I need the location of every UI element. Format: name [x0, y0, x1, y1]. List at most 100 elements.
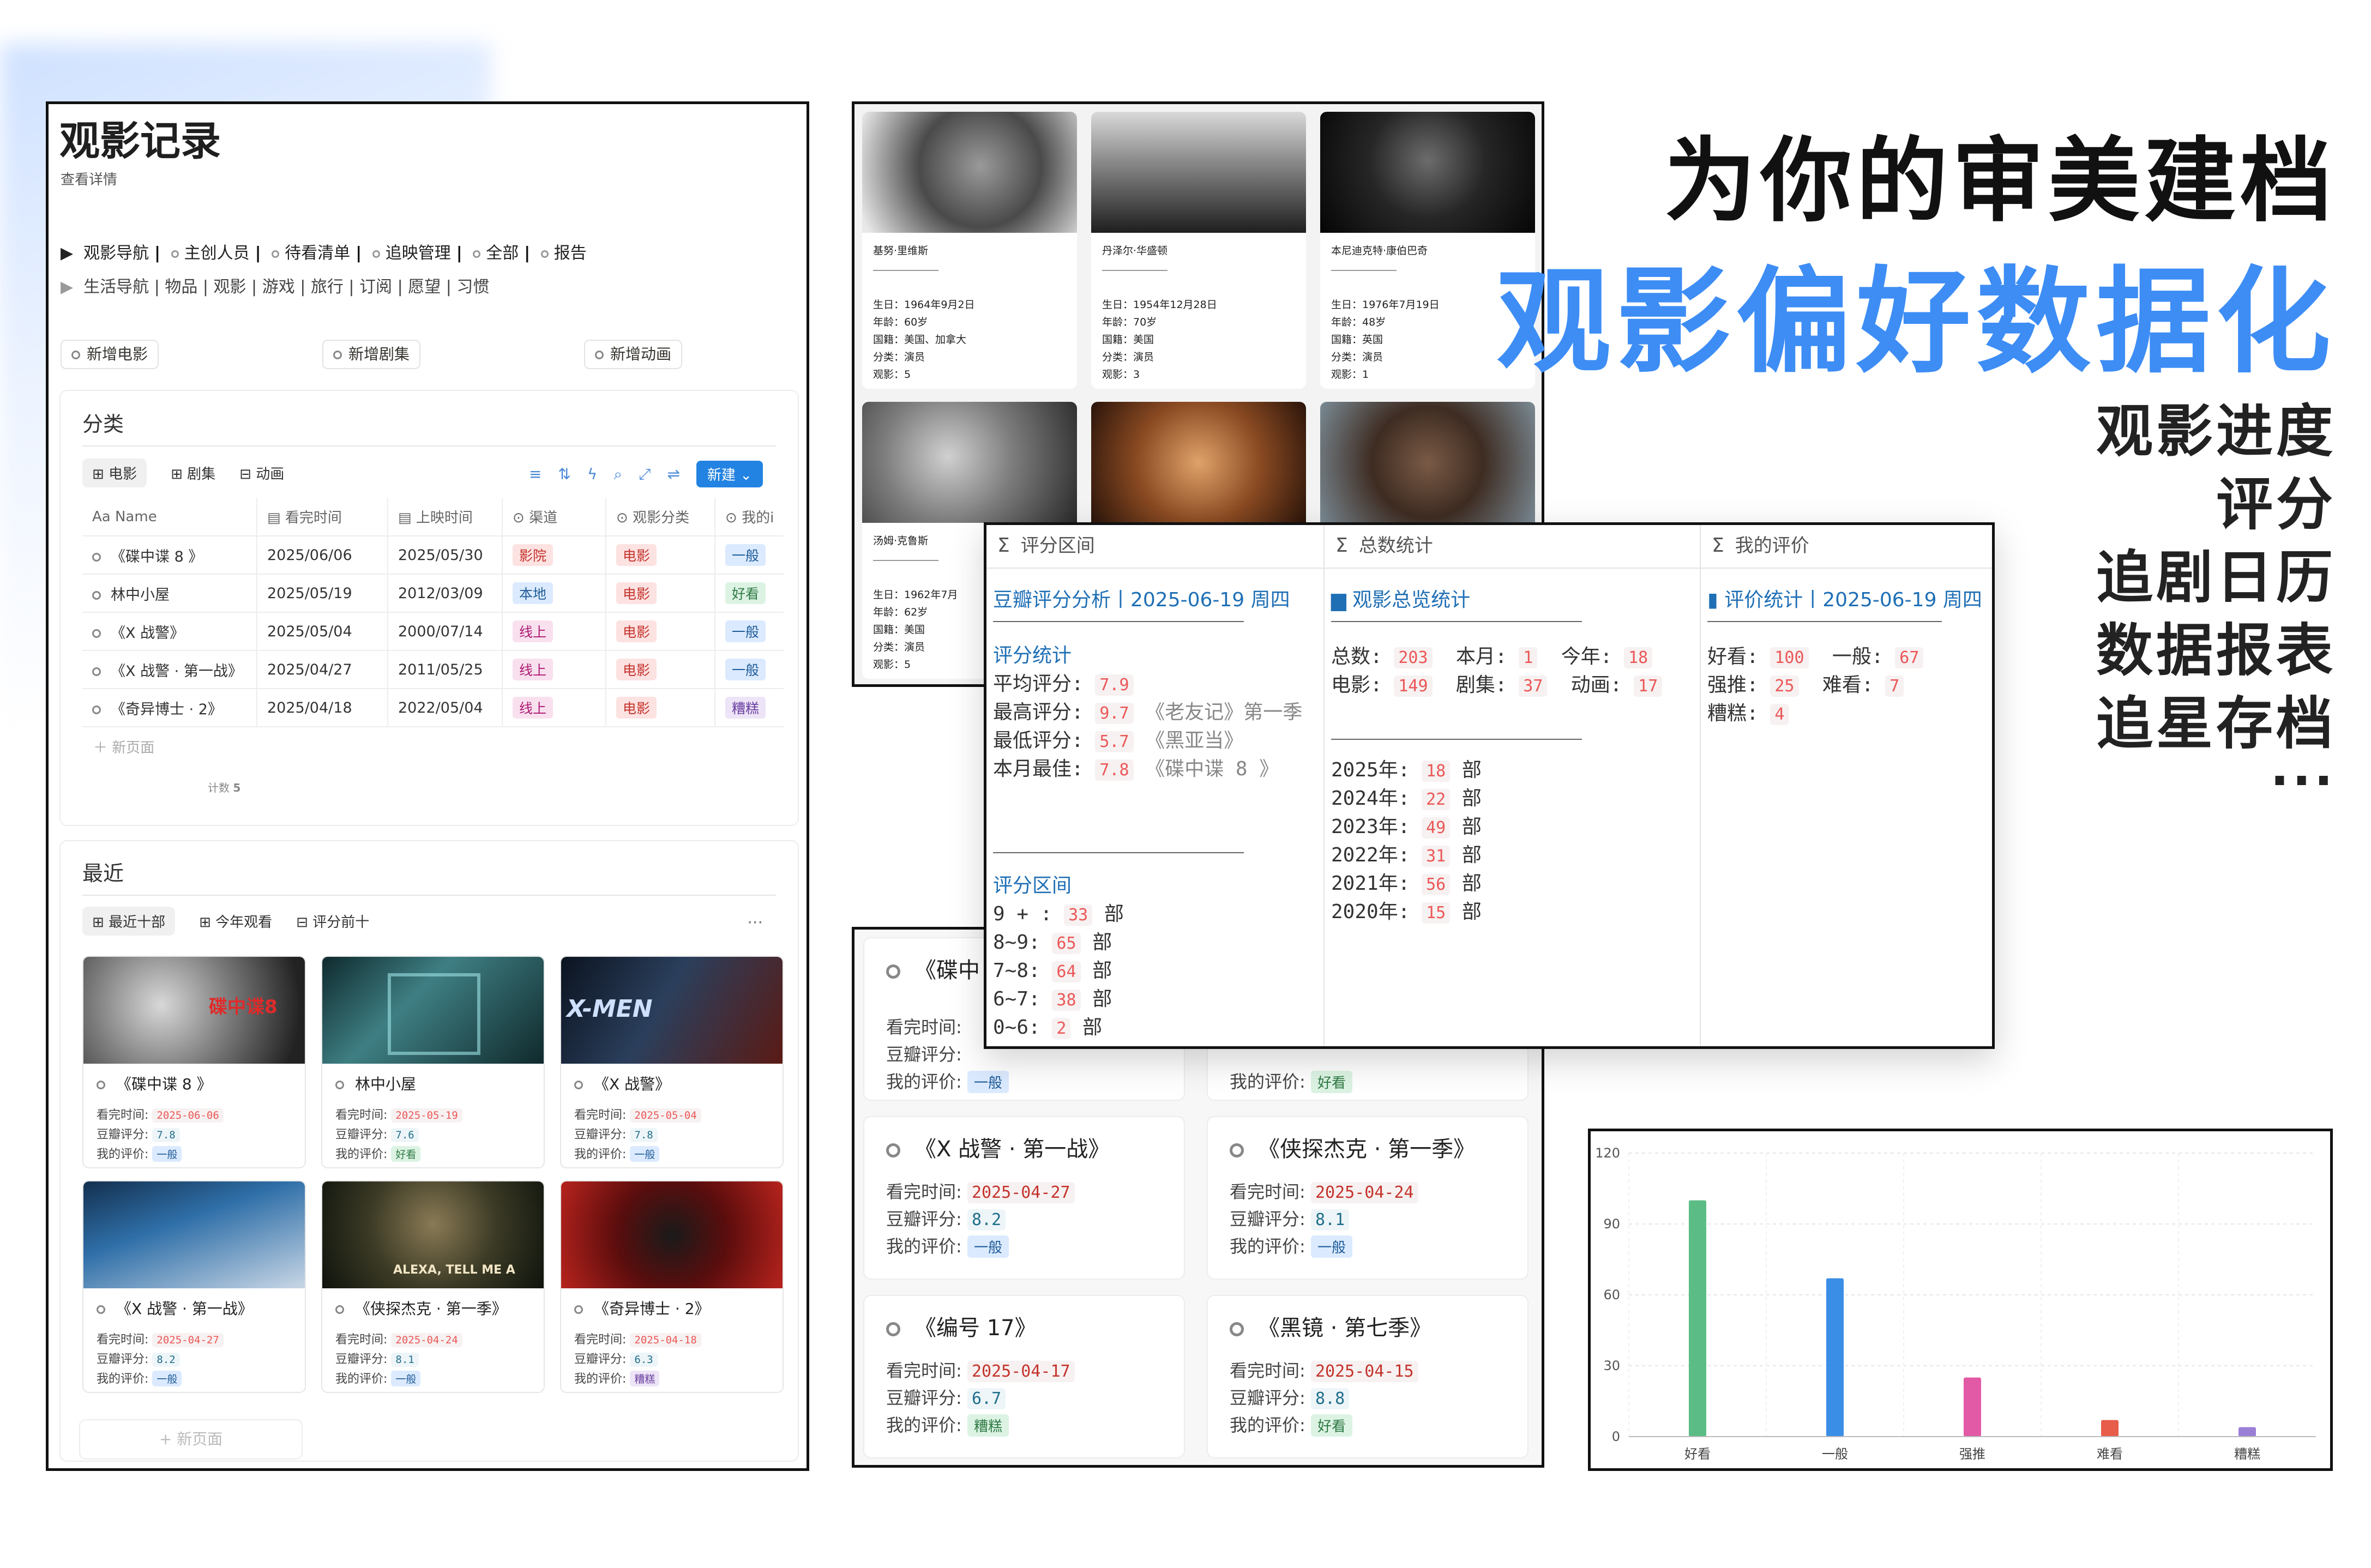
column-header[interactable]: Aa Name [82, 498, 257, 536]
bar [1964, 1377, 1981, 1437]
sigma-icon: Σ [1712, 534, 1724, 557]
column-header[interactable]: ▤ 上映时间 [388, 498, 503, 536]
sigma-icon: Σ [1335, 534, 1348, 557]
new-button[interactable]: 新建 ⌄ [696, 461, 763, 487]
column-header[interactable]: ⊙ 渠道 [502, 498, 606, 536]
x-tick-label: 难看 [2097, 1446, 2123, 1462]
lightning-icon[interactable]: ϟ [587, 465, 597, 483]
headline-line-2: 观影偏好数据化 [1496, 255, 2336, 389]
circle-icon [473, 250, 481, 258]
toggle-icon[interactable]: ▶ [61, 278, 73, 297]
watch-card[interactable]: 《侠探杰克 · 第一季》 看完时间: 2025-04-24 豆瓣评分: 8.1 … [1207, 1116, 1528, 1280]
column-header[interactable]: ⊙ 我的i [715, 498, 784, 536]
bar [1689, 1200, 1706, 1437]
sort-icon[interactable]: ⇅ [558, 465, 570, 483]
nav-link[interactable]: 主创人员 [184, 244, 250, 263]
x-tick-label: 一般 [1822, 1446, 1848, 1462]
table-row[interactable]: 《X 战警 · 第一战》 2025/04/27 2011/05/25 线上 电影… [82, 650, 784, 689]
circle-icon [171, 250, 179, 258]
new-page-row[interactable]: ＋ 新页面 [93, 737, 154, 757]
life-nav-links[interactable]: 生活导航 | 物品 | 观影 | 游戏 | 旅行 | 订阅 | 愿望 | 习惯 [83, 278, 489, 297]
poster-image [322, 957, 544, 1064]
toggle-icon[interactable]: ▶ [61, 244, 73, 263]
poster-title: 碟中谍8 [209, 996, 278, 1018]
gallery-card[interactable]: 《X 战警 · 第一战》 看完时间: 2025-04-27 豆瓣评分: 8.2 … [82, 1180, 306, 1393]
gallery-card[interactable]: 《奇异博士 · 2》 看完时间: 2025-04-18 豆瓣评分: 6.3 我的… [560, 1180, 784, 1393]
bar [2101, 1420, 2119, 1437]
movie-table: Aa Name ▤ 看完时间 ▤ 上映时间 ⊙ 渠道 ⊙ 观影分类 ⊙ 我的i … [82, 498, 784, 727]
poster-image [83, 1181, 305, 1288]
table-row[interactable]: 《奇异博士 · 2》 2025/04/18 2022/05/04 线上 电影 糟… [82, 689, 784, 727]
tab-recent-ten[interactable]: ⊞ 最近十部 [82, 907, 176, 936]
nav-link[interactable]: 报告 [554, 244, 587, 263]
watch-card[interactable]: 《黑镜 · 第七季》 看完时间: 2025-04-15 豆瓣评分: 8.8 我的… [1207, 1295, 1528, 1458]
poster-image: ALEXA, TELL ME A [322, 1181, 544, 1288]
gallery-card[interactable]: 碟中谍8 《碟中谍 8 》 看完时间: 2025-06-06 豆瓣评分: 7.8… [82, 956, 306, 1168]
gallery-card[interactable]: X-MEN 《X 战警》 看完时间: 2025-05-04 豆瓣评分: 7.8 … [560, 956, 784, 1168]
stats-screenshot: Σ 评分区间 豆瓣评分分析丨2025-06-19 周四 评分统计 平均评分: 7.… [984, 522, 1995, 1049]
person-card[interactable]: 基努·里维斯 生日：1964年9月2日 年龄：60岁 国籍：美国、加拿大 分类：演员观… [862, 112, 1077, 389]
table-row[interactable]: 《X 战警》 2025/05/04 2000/07/14 线上 电影 一般 [82, 612, 784, 651]
add-movie-button[interactable]: 新增电影 [61, 340, 159, 369]
gallery-card[interactable]: ALEXA, TELL ME A 《侠探杰克 · 第一季》 看完时间: 2025… [321, 1180, 545, 1393]
poster-image [561, 1181, 783, 1288]
nav-link[interactable]: 观影导航 [83, 244, 149, 263]
search-icon[interactable]: ⌕ [613, 465, 622, 484]
circle-icon [372, 250, 380, 258]
gallery-card[interactable]: 林中小屋 看完时间: 2025-05-19 豆瓣评分: 7.6 我的评价: 好看 [321, 956, 545, 1168]
poster-title: ALEXA, TELL ME A [393, 1263, 515, 1277]
column-header[interactable]: ▤ 看完时间 [257, 498, 388, 536]
chart-svg: 0 30 60 90 120 好看 一般 强推 难看 糟糕 [1595, 1145, 2316, 1462]
portrait-image [1320, 402, 1535, 523]
category-section: 分类 ⊞ 电影 ⊞ 剧集 ⊟ 动画 ≡ ⇅ ϟ ⌕ ⤢ ⇌ 新建 ⌄ Aa Na… [59, 390, 799, 826]
tab-series[interactable]: ⊞ 剧集 [171, 463, 215, 483]
feature-item: 追剧日历 [2096, 544, 2336, 611]
add-series-button[interactable]: 新增剧集 [322, 340, 421, 369]
tab-top-ten[interactable]: ⊟ 评分前十 [296, 911, 369, 931]
nav-link[interactable]: 全部 [486, 244, 519, 263]
filter-icon[interactable]: ≡ [529, 465, 541, 483]
watch-card[interactable]: 《X 战警 · 第一战》 看完时间: 2025-04-27 豆瓣评分: 8.2 … [863, 1116, 1185, 1280]
gallery-tabs: ⊞ 最近十部 ⊞ 今年观看 ⊟ 评分前十 [82, 907, 369, 936]
y-tick-label: 30 [1603, 1358, 1620, 1373]
column-heading: ▆ 观影总览统计 [1331, 589, 1471, 611]
toolbar: ≡ ⇅ ϟ ⌕ ⤢ ⇌ 新建 ⌄ [529, 461, 763, 487]
bar-chart-icon: ▮ [1707, 589, 1718, 611]
column-header[interactable]: ⊙ 观影分类 [606, 498, 715, 536]
y-tick-label: 0 [1612, 1429, 1620, 1444]
gallery: 碟中谍8 《碟中谍 8 》 看完时间: 2025-06-06 豆瓣评分: 7.8… [82, 956, 784, 1393]
column-heading: ▮ 评价统计丨2025-06-19 周四 [1707, 589, 1982, 611]
circle-icon [272, 250, 280, 258]
expand-icon[interactable]: ⤢ [639, 465, 651, 484]
bar [1826, 1278, 1844, 1437]
add-anime-button[interactable]: 新增动画 [584, 340, 683, 369]
feature-item: 评分 [2216, 471, 2336, 538]
tab-anime[interactable]: ⊟ 动画 [239, 463, 284, 483]
tab-movie[interactable]: ⊞ 电影 [82, 459, 147, 487]
x-tick-label: 糟糕 [2234, 1446, 2260, 1462]
portrait-image [1091, 112, 1306, 233]
table-row[interactable]: 《碟中谍 8 》 2025/06/06 2025/05/30 影院 电影 一般 [82, 536, 784, 575]
portrait-image [862, 402, 1077, 523]
page-subtitle[interactable]: 查看详情 [61, 168, 117, 189]
poster-title: X-MEN [567, 995, 653, 1023]
portrait-image [862, 112, 1077, 233]
feature-item: ··· [2270, 752, 2336, 810]
rating-bar-chart: 0 30 60 90 120 好看 一般 强推 难看 糟糕 [1588, 1129, 2333, 1471]
nav-link[interactable]: 待看清单 [285, 244, 350, 263]
table-row[interactable]: 林中小屋 2025/05/19 2012/03/09 本地 电影 好看 [82, 574, 784, 613]
y-tick-label: 120 [1595, 1145, 1620, 1161]
notion-page-screenshot: 观影记录 查看详情 ▶ 观影导航 | 主创人员 | 待看清单 | 追映管理 | 全部 | … [46, 101, 809, 1471]
person-card[interactable]: 丹泽尔·华盛顿 生日：1954年12月28日 年龄：70岁 国籍：美国 分类：演员 观影… [1091, 112, 1306, 389]
section-title: 最近 [82, 861, 124, 885]
nav-link[interactable]: 追映管理 [386, 244, 451, 263]
rating-range-column: Σ 评分区间 豆瓣评分分析丨2025-06-19 周四 评分统计 平均评分: 7.… [986, 525, 1325, 1046]
portrait-image [1320, 112, 1535, 233]
page-title: 观影记录 [59, 118, 221, 165]
tab-this-year[interactable]: ⊞ 今年观看 [199, 911, 272, 931]
more-icon[interactable]: ··· [747, 913, 763, 932]
new-page-button[interactable]: + 新页面 [79, 1419, 303, 1460]
feature-item: 数据报表 [2096, 617, 2336, 684]
settings-icon[interactable]: ⇌ [667, 465, 679, 483]
watch-card[interactable]: 《编号 17》 看完时间: 2025-04-17 豆瓣评分: 6.7 我的评价:… [863, 1295, 1185, 1458]
